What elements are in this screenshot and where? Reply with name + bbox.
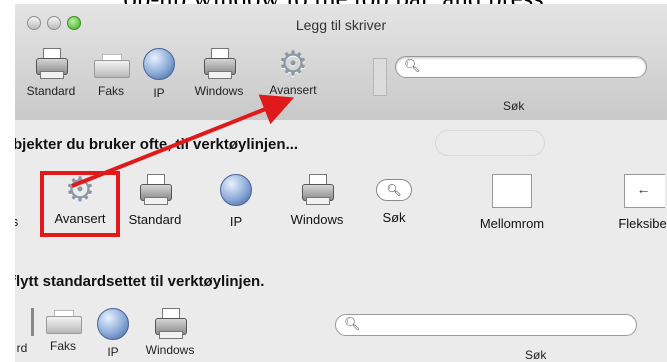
default-item-ip[interactable]: IP: [95, 308, 131, 359]
drag-ghost-item: [435, 130, 545, 156]
default-item-fax[interactable]: Faks: [41, 308, 85, 353]
add-printer-window: Legg til skriver Standard Faks IP Window…: [15, 4, 667, 362]
advanced-highlight-box: [40, 171, 120, 237]
globe-icon: [220, 174, 252, 206]
palette-item-search[interactable]: 🔍︎ Søk: [374, 174, 414, 225]
space-icon: [492, 174, 532, 208]
toolbar-advanced-label: Avansert: [269, 83, 317, 97]
toolbar-ip-label: IP: [153, 86, 165, 100]
palette-heading: bjekter du bruker ofte, til verktøylinje…: [15, 136, 299, 153]
window-title: Legg til skriver: [295, 17, 387, 33]
palette-item-space-label: Mellomrom: [479, 216, 545, 231]
toolbar-advanced-button[interactable]: ⚙ Avansert: [261, 45, 325, 97]
toolbar-standard-label: Standard: [26, 84, 76, 98]
toolbar-ip-button[interactable]: IP: [139, 48, 179, 100]
search-icon: 🔍︎: [376, 179, 412, 201]
default-item-fax-label: Faks: [49, 339, 76, 353]
printer-icon: [153, 308, 187, 339]
palette-item-partial-label: s: [15, 214, 19, 229]
toolbar-windows-button[interactable]: Windows: [185, 48, 253, 98]
palette-item-space[interactable]: Mellomrom: [467, 174, 557, 231]
globe-icon: [97, 308, 129, 340]
toolbar-fax-button[interactable]: Faks: [87, 48, 135, 98]
palette-item-standard[interactable]: Standard: [119, 174, 191, 227]
default-set-search-field[interactable]: 🔍︎: [335, 314, 637, 336]
default-set-heading: flytt standardsettet til verktøylinjen.: [15, 273, 265, 290]
palette-item-search-label: Søk: [382, 210, 406, 225]
search-icon: 🔍︎: [344, 316, 361, 331]
toolbar-search-label: Søk: [503, 99, 525, 113]
gear-icon: ⚙: [277, 45, 309, 83]
printer-magnifier-icon: [15, 308, 34, 336]
default-item-windows[interactable]: Windows: [139, 308, 201, 357]
printer-magnifier-icon: [34, 48, 68, 79]
default-item-ip-label: IP: [107, 345, 119, 359]
printer-partial-icon: [15, 174, 24, 206]
printer-magnifier-icon: [138, 174, 172, 205]
toolbar-drop-placeholder: [373, 58, 387, 96]
palette-item-ip[interactable]: IP: [218, 174, 254, 229]
default-item-standard[interactable]: rd: [15, 308, 35, 355]
globe-icon: [143, 48, 175, 80]
palette-item-partial[interactable]: s: [15, 174, 25, 229]
window-titlebar-toolbar: Legg til skriver Standard Faks IP Window…: [15, 4, 667, 121]
printer-icon: [202, 48, 236, 79]
palette-item-flexible-label: Fleksibel: [618, 216, 667, 231]
toolbar-search-field[interactable]: 🔍︎: [395, 56, 647, 78]
palette-item-flexible-space[interactable]: ← Fleksibel: [606, 174, 667, 231]
toolbar-fax-label: Faks: [97, 84, 124, 98]
palette-item-ip-label: IP: [229, 214, 243, 229]
palette-item-windows[interactable]: Windows: [281, 174, 353, 227]
flexible-space-icon: ←: [623, 174, 665, 208]
fax-icon: [94, 54, 130, 78]
fax-icon: [46, 310, 82, 334]
search-icon: 🔍︎: [404, 58, 421, 73]
printer-icon: [300, 174, 334, 205]
palette-item-windows-label: Windows: [290, 212, 344, 227]
toolbar-windows-label: Windows: [194, 84, 244, 98]
default-set-search-label: Søk: [525, 348, 547, 362]
palette-item-standard-label: Standard: [128, 212, 182, 227]
default-item-standard-label: rd: [16, 341, 28, 355]
default-item-windows-label: Windows: [145, 343, 195, 357]
toolbar-standard-button[interactable]: Standard: [21, 48, 81, 98]
